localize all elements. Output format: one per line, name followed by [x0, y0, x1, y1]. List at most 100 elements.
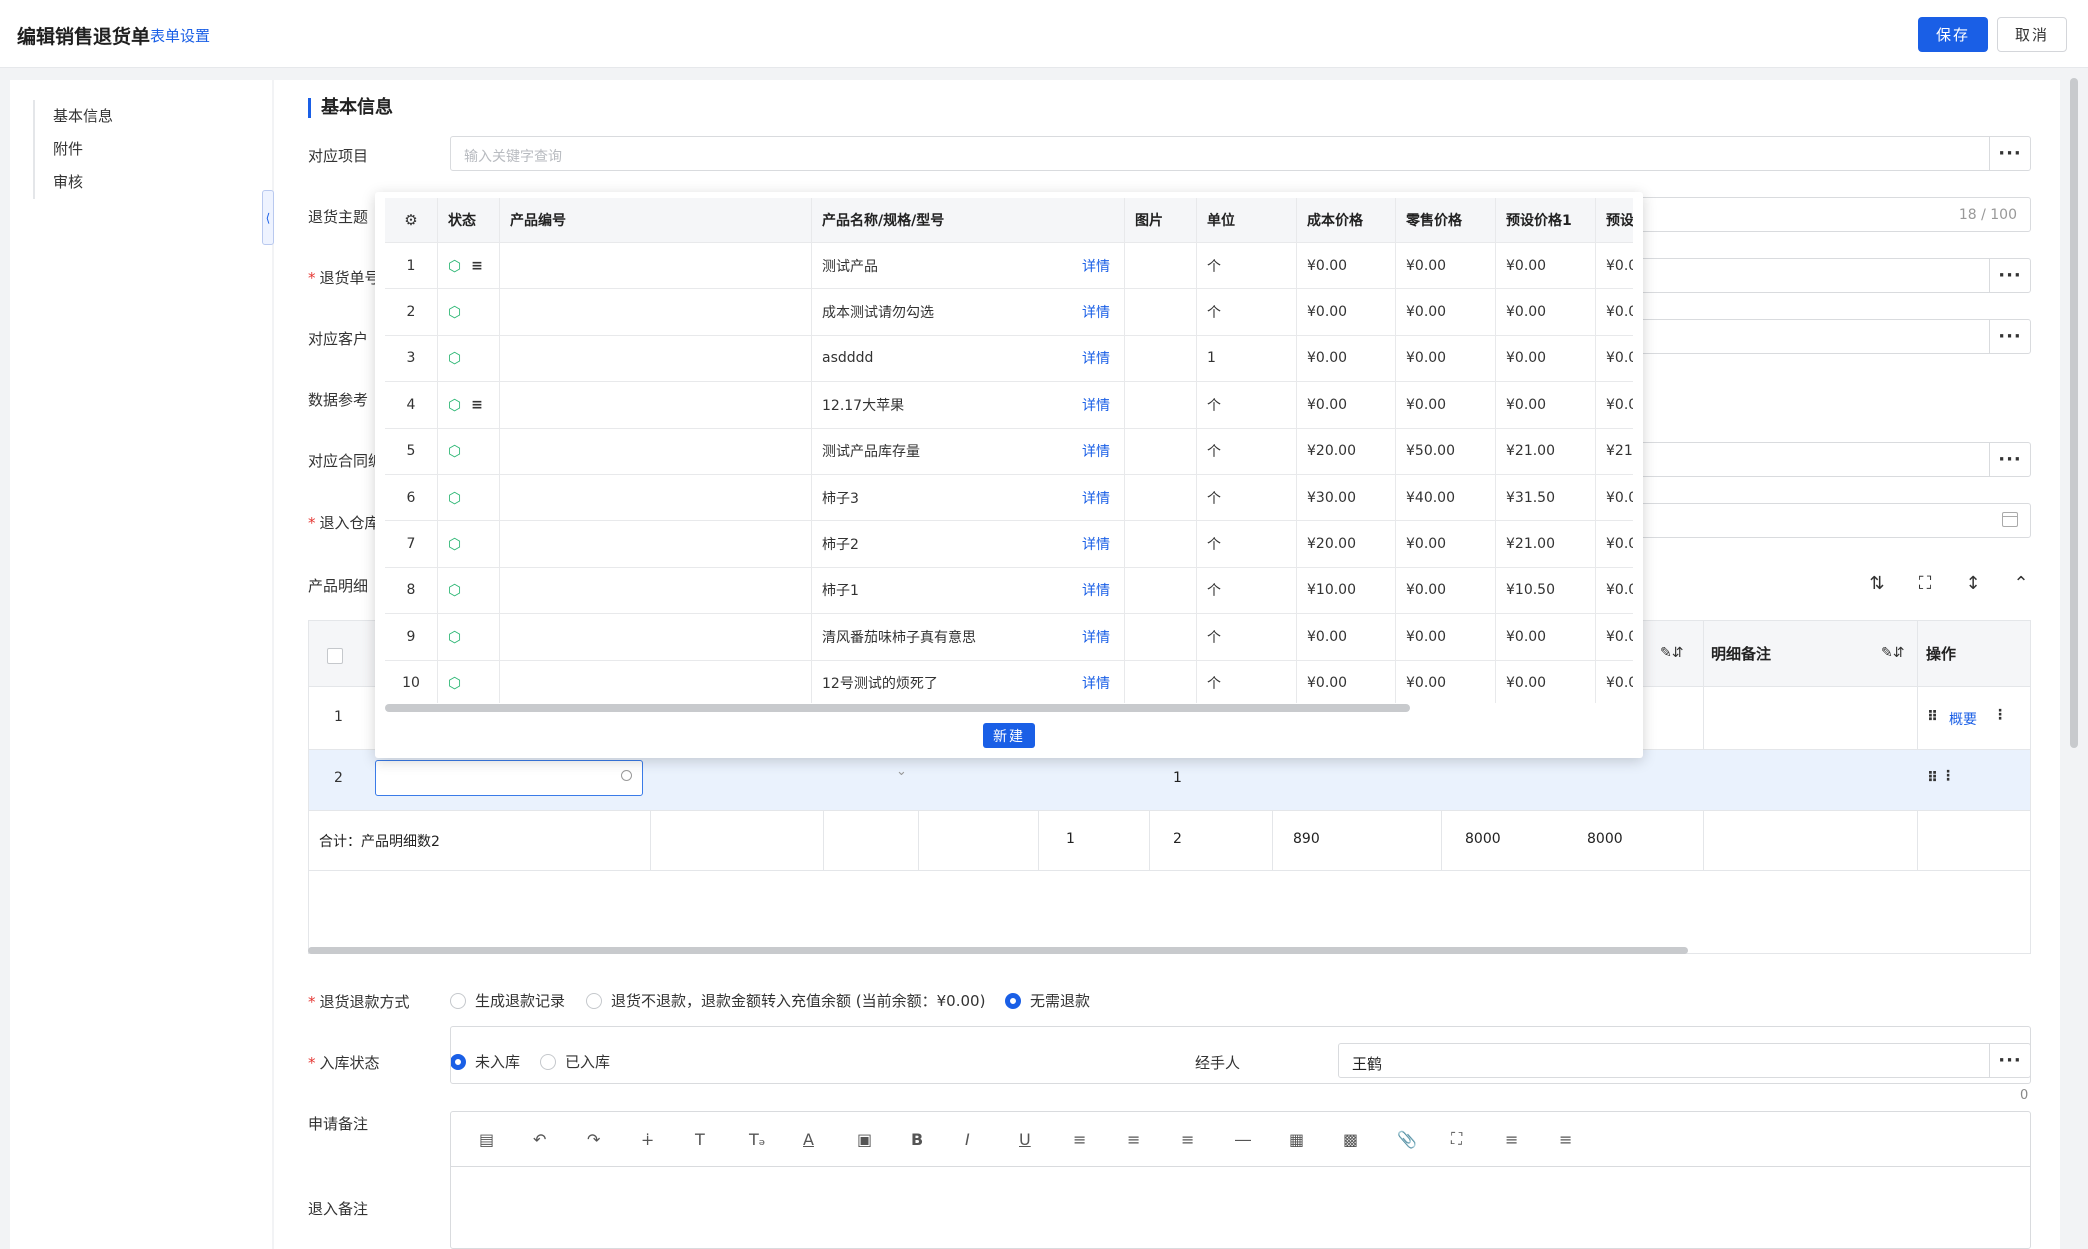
row-number: 8	[406, 582, 416, 599]
product-name-cell: asdddd 详情	[811, 335, 1124, 382]
calendar-icon	[2002, 512, 2018, 527]
picker-row[interactable]: 4⬡≡12.17大苹果详情个¥0.00¥0.00¥0.00¥0.00	[385, 382, 1633, 429]
picker-horizontal-scrollbar[interactable]	[385, 704, 1410, 712]
cube-icon: ⬡	[448, 535, 462, 554]
image-icon[interactable]: ▩	[1339, 1130, 1393, 1149]
table-horizontal-scrollbar[interactable]	[308, 947, 1688, 954]
ordered-list-icon[interactable]: ≡	[1501, 1130, 1555, 1149]
picker-row[interactable]: 10⬡12号测试的烦死了详情个¥0.00¥0.00¥0.00¥0.00	[385, 660, 1633, 703]
divider-icon[interactable]: ―	[1231, 1130, 1285, 1149]
more-icon[interactable]: ···	[1989, 320, 2030, 353]
expand-vertical-icon[interactable]: ↕	[1962, 573, 1984, 595]
project-field[interactable]: 输入关键字查询 ···	[450, 136, 2031, 171]
collapse-panel-toggle[interactable]: ⟨	[262, 190, 274, 245]
header-image: 图片	[1124, 198, 1196, 242]
preset-price-1-cell: ¥10.50	[1495, 567, 1595, 614]
edit-icon[interactable]: ✎⇵	[1881, 645, 1904, 661]
refund-option-none[interactable]: 无需退款	[1005, 990, 1090, 1011]
more-vertical-icon[interactable]: ⋮	[1941, 768, 1955, 784]
table-icon[interactable]: ▦	[1285, 1130, 1339, 1149]
anchor-review[interactable]: 审核	[53, 166, 113, 199]
align-right-icon[interactable]: ≡	[1177, 1130, 1231, 1149]
row-number: 1	[334, 709, 343, 725]
chevron-up-icon[interactable]: ⌃	[2010, 573, 2032, 595]
detail-link[interactable]: 详情	[1082, 348, 1110, 368]
row-height-icon[interactable]: ⇅	[1866, 573, 1888, 595]
return-note-editor[interactable]: ▤ ↶ ↷ ∔ T Tₔ A ▣ B I U ≡ ≡ ≡ ― ▦ ▩ 📎 ⛶ ≡…	[450, 1111, 2031, 1249]
gear-icon[interactable]: ⚙	[404, 211, 417, 229]
picker-row[interactable]: 3⬡asdddd详情1¥0.00¥0.00¥0.00¥0.00	[385, 335, 1633, 383]
strikethrough-icon[interactable]: ∔	[637, 1130, 691, 1149]
picker-row[interactable]: 9⬡清风番茄味柿子真有意思详情个¥0.00¥0.00¥0.00¥0.00	[385, 614, 1633, 661]
image-cell	[1124, 335, 1196, 382]
detail-link[interactable]: 详情	[1082, 488, 1110, 508]
picker-row[interactable]: 1⬡≡测试产品详情个¥0.00¥0.00¥0.00¥0.00	[385, 243, 1633, 290]
picker-row[interactable]: 7⬡柿子2详情个¥20.00¥0.00¥21.00¥0.00	[385, 521, 1633, 568]
cube-icon: ⬡	[448, 349, 462, 368]
more-icon[interactable]: ···	[1989, 443, 2030, 476]
radio-icon	[586, 992, 602, 1009]
more-icon[interactable]: ···	[1989, 137, 2030, 170]
row-number: 5	[406, 443, 416, 460]
table-summary-row: 合计：产品明细数2 1 2 890 8000 8000	[309, 811, 2030, 871]
detail-link[interactable]: 详情	[1082, 673, 1110, 693]
detail-link[interactable]: 详情	[1082, 627, 1110, 647]
bold-icon[interactable]: B	[907, 1130, 961, 1149]
select-all-checkbox[interactable]	[327, 648, 343, 664]
product-name-cell: 测试产品 详情	[811, 243, 1124, 289]
image-cell	[1124, 660, 1196, 703]
picker-row[interactable]: 6 ⬡ 柿子3详情 个¥30.00¥40.00¥31.50¥0.00	[385, 475, 1633, 522]
unit-cell: 1	[1196, 335, 1296, 382]
save-button[interactable]: 保存	[1918, 17, 1988, 52]
header-preset-price-1: 预设价格1	[1495, 198, 1595, 242]
align-left-icon[interactable]: ≡	[1069, 1130, 1123, 1149]
drag-handle-icon[interactable]: ⠿	[1927, 709, 1938, 725]
anchor-attachments[interactable]: 附件	[53, 133, 113, 166]
new-product-button[interactable]: 新建	[983, 723, 1035, 748]
drag-handle-icon[interactable]: ⠿	[1927, 770, 1938, 786]
more-icon[interactable]: ···	[1989, 259, 2030, 292]
apply-note-textarea[interactable]	[450, 1026, 2031, 1084]
cancel-button[interactable]: 取消	[1997, 17, 2067, 52]
chevron-down-icon[interactable]: ⌄	[896, 764, 907, 779]
refund-option-record[interactable]: 生成退款记录	[450, 990, 565, 1011]
font-size-icon[interactable]: Tₔ	[745, 1130, 799, 1149]
align-center-icon[interactable]: ≡	[1123, 1130, 1177, 1149]
detail-link[interactable]: 详情	[1082, 534, 1110, 554]
background-color-icon[interactable]: ▣	[853, 1130, 907, 1149]
anchor-basic-info[interactable]: 基本信息	[53, 100, 113, 133]
text-icon[interactable]: T	[691, 1130, 745, 1149]
detail-link[interactable]: 详情	[1082, 302, 1110, 322]
status-cell: ⬡	[437, 521, 499, 567]
detail-link[interactable]: 详情	[1082, 395, 1110, 415]
fullscreen-icon[interactable]: ⛶	[1914, 573, 1936, 595]
refund-option-balance[interactable]: 退货不退款，退款金额转入充值余额 (当前余额：¥0.00)	[586, 990, 985, 1011]
preset-price-1-cell: ¥0.00	[1495, 382, 1595, 428]
template-icon[interactable]: ▤	[475, 1130, 529, 1149]
product-search-input[interactable]	[375, 760, 643, 796]
fullscreen-icon[interactable]: ⛶	[1447, 1129, 1501, 1149]
detail-link[interactable]: 详情	[1082, 256, 1110, 276]
picker-row[interactable]: 8⬡柿子1详情个¥10.00¥0.00¥10.50¥0.00	[385, 567, 1633, 615]
bullet-list-icon[interactable]: ≡	[1555, 1130, 1609, 1149]
edit-icon[interactable]: ✎⇵	[1660, 645, 1683, 661]
detail-link[interactable]: 详情	[1082, 441, 1110, 461]
font-color-icon[interactable]: A	[799, 1130, 853, 1149]
summary-label: 合计：产品明细数2	[319, 834, 440, 850]
attachment-icon[interactable]: 📎	[1393, 1130, 1447, 1149]
row-number: 7	[406, 536, 416, 553]
more-vertical-icon[interactable]: ⋮	[1993, 707, 2007, 723]
redo-icon[interactable]: ↷	[583, 1130, 637, 1149]
underline-icon[interactable]: U	[1015, 1130, 1069, 1149]
table-row-selected[interactable]: 2 ⌄ 1 ⠿ ⋮	[309, 750, 2030, 811]
preset-price-2-cell: ¥0.00	[1595, 660, 1633, 703]
undo-icon[interactable]: ↶	[529, 1130, 583, 1149]
detail-link[interactable]: 详情	[1082, 580, 1110, 600]
sum-value: 8000	[1465, 831, 1501, 847]
picker-row[interactable]: 5⬡测试产品库存量详情个¥20.00¥50.00¥21.00¥21.00	[385, 428, 1633, 475]
page-scrollbar[interactable]	[2070, 78, 2078, 748]
picker-row[interactable]: 2⬡成本测试请勿勾选详情个¥0.00¥0.00¥0.00¥0.00	[385, 289, 1633, 336]
summary-link[interactable]: 概要	[1949, 709, 1977, 729]
italic-icon[interactable]: I	[961, 1130, 1015, 1149]
form-settings-link[interactable]: 表单设置	[150, 25, 210, 46]
